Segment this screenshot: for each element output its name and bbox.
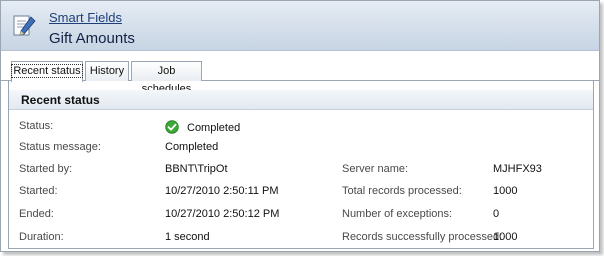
status-value: Completed xyxy=(187,122,241,134)
check-circle-icon xyxy=(165,120,179,134)
duration-label: Duration: xyxy=(19,231,64,243)
tab-recent-status[interactable]: Recent status xyxy=(11,61,83,82)
status-label: Status: xyxy=(19,120,54,132)
records-success-label: Records successfully processed: xyxy=(342,231,503,243)
server-name-label: Server name: xyxy=(342,163,409,175)
status-message-label: Status message: xyxy=(19,141,101,153)
window-frame: Smart Fields Gift Amounts Recent status … xyxy=(0,0,600,252)
exceptions-value: 0 xyxy=(493,208,500,220)
started-by-value: BBNT\TripOt xyxy=(165,163,228,175)
status-message-value: Completed xyxy=(165,141,219,153)
tab-label: Recent status xyxy=(11,64,83,78)
tab-history[interactable]: History xyxy=(85,61,129,81)
page-title: Gift Amounts xyxy=(49,30,135,47)
section-title: Recent status xyxy=(21,93,100,107)
started-by-label: Started by: xyxy=(19,163,73,175)
records-success-value: 1000 xyxy=(493,231,518,243)
total-records-value: 1000 xyxy=(493,185,518,197)
server-name-value: MJHFX93 xyxy=(493,163,542,175)
tab-job-schedules[interactable]: Job schedules xyxy=(131,61,202,95)
started-label: Started: xyxy=(19,185,58,197)
duration-value: 1 second xyxy=(165,231,210,243)
tab-label: History xyxy=(89,65,125,77)
breadcrumb-smart-fields[interactable]: Smart Fields xyxy=(49,10,122,25)
started-value: 10/27/2010 2:50:11 PM xyxy=(165,185,279,197)
section-header: Recent status xyxy=(9,90,593,110)
page-header: Smart Fields Gift Amounts xyxy=(1,1,599,51)
ended-label: Ended: xyxy=(19,208,54,220)
ended-value: 10/27/2010 2:50:12 PM xyxy=(165,208,280,220)
document-pencil-icon xyxy=(13,15,36,36)
exceptions-label: Number of exceptions: xyxy=(342,208,453,220)
total-records-label: Total records processed: xyxy=(342,185,462,197)
